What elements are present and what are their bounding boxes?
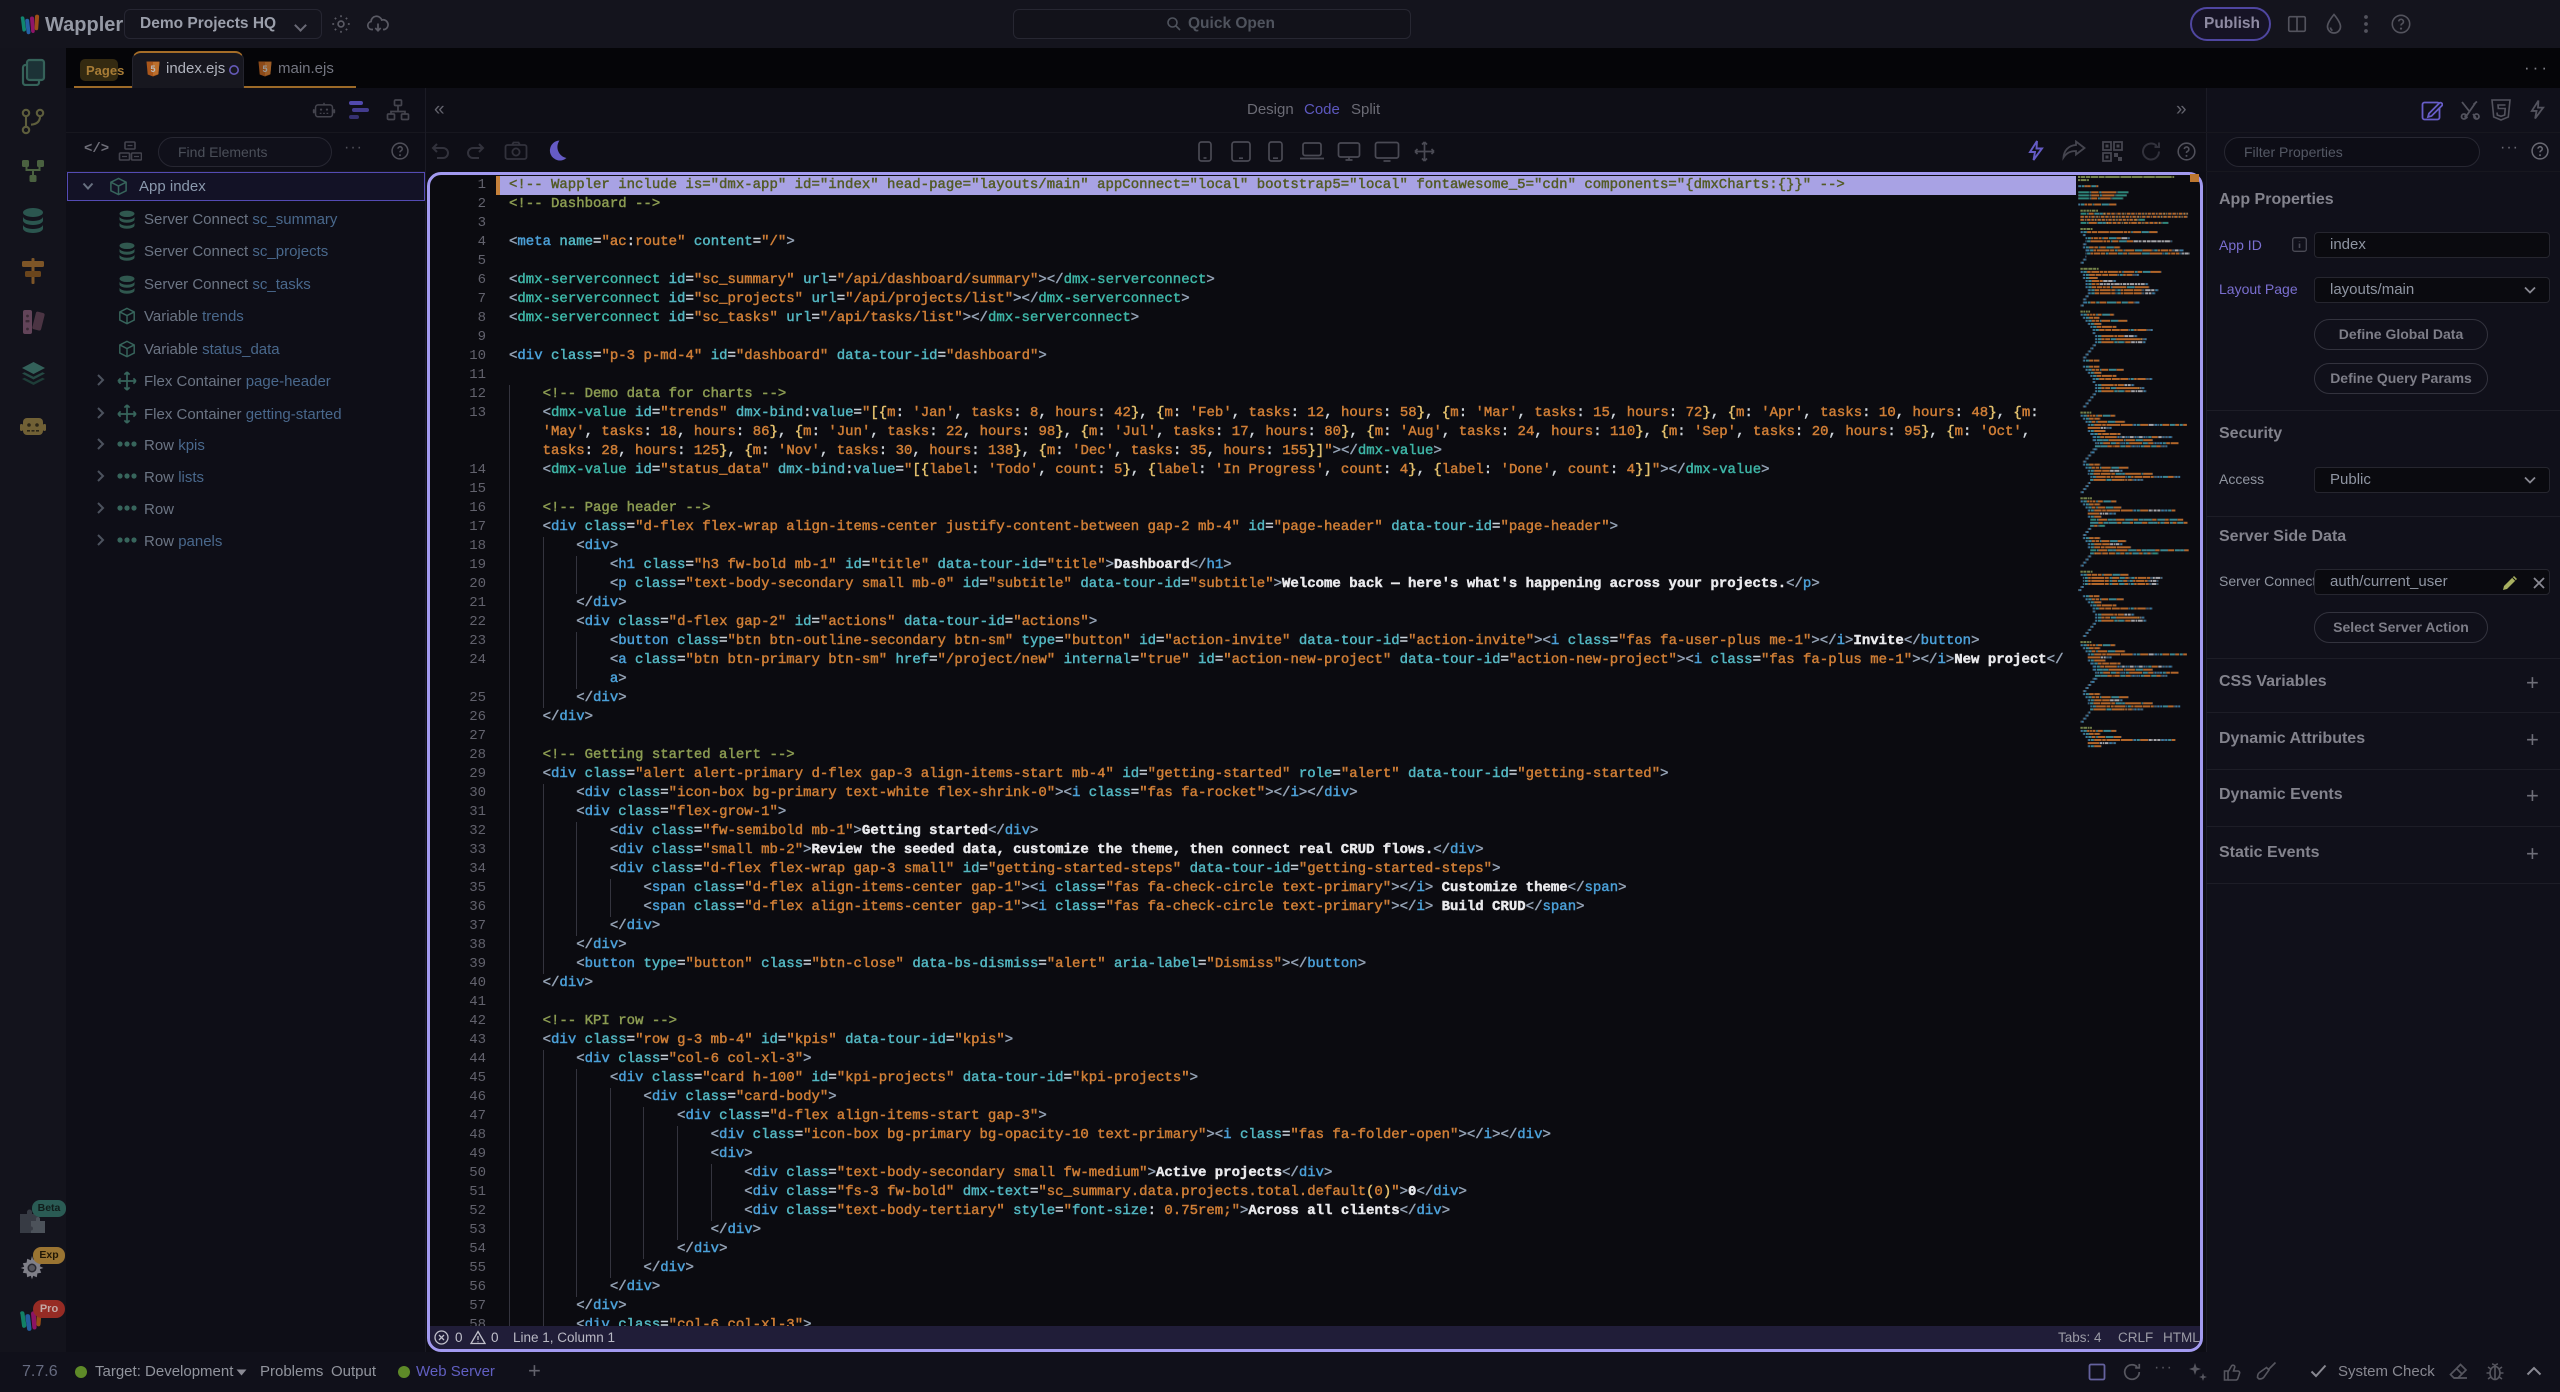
svg-text:5: 5 — [150, 64, 155, 74]
svg-text:5: 5 — [262, 64, 267, 74]
